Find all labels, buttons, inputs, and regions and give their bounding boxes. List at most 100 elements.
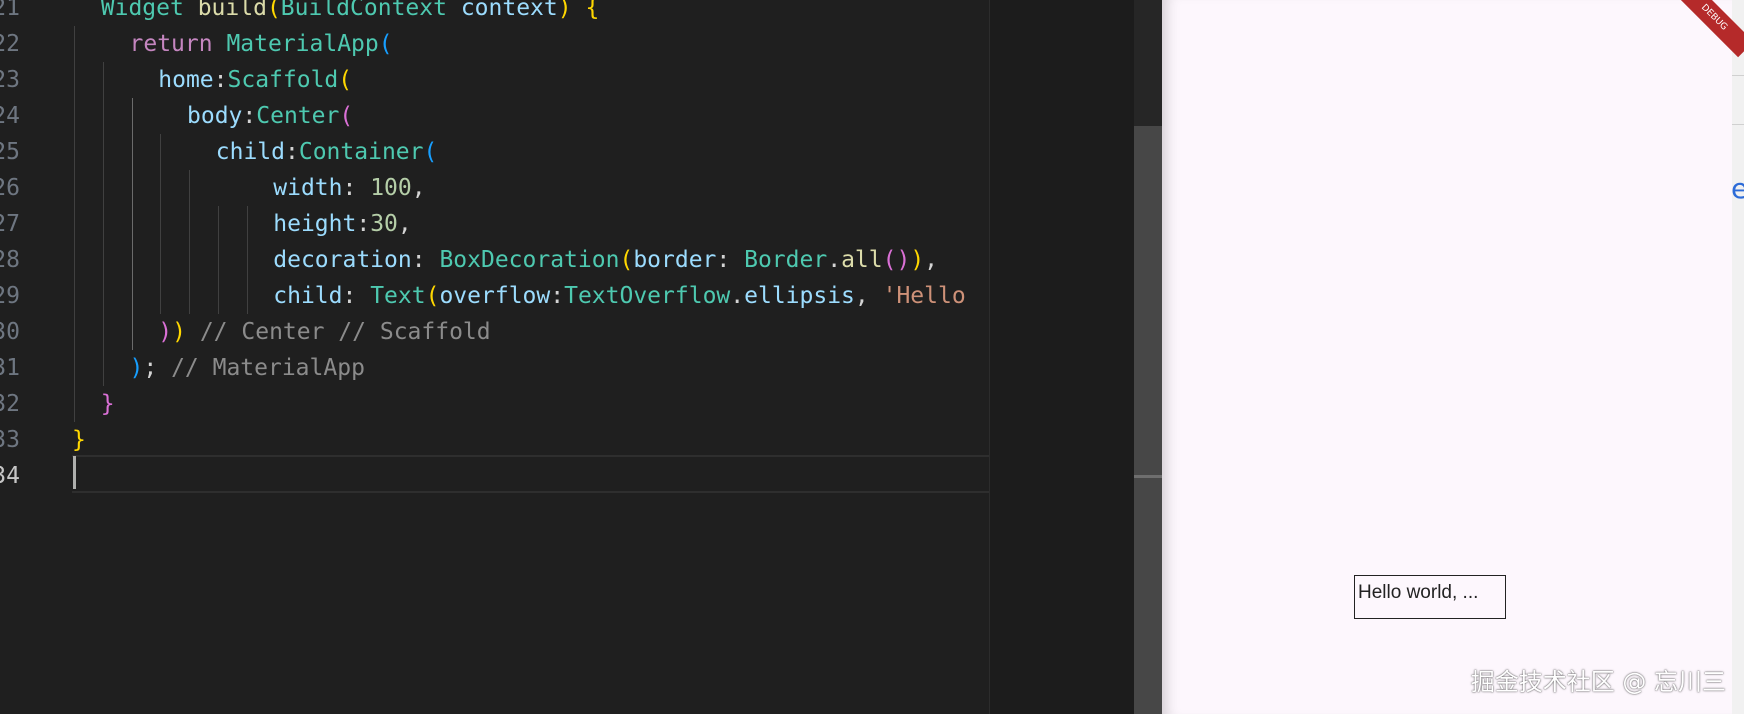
- text-cursor: [73, 456, 76, 489]
- code-token: (: [378, 31, 393, 57]
- watermark: 掘金技术社区 @ 忘川三: [1470, 668, 1726, 696]
- code-token: .: [827, 247, 842, 273]
- code-token: (): [882, 247, 911, 273]
- code-token: 'Hello: [882, 283, 966, 309]
- code-token: ): [158, 319, 173, 345]
- indent-guide: [189, 170, 190, 314]
- code-token: border: [633, 247, 717, 273]
- code-token: 30: [370, 211, 398, 237]
- code-token: Center: [256, 103, 340, 129]
- code-line[interactable]: 34: [0, 458, 990, 494]
- code-token: child: [273, 283, 343, 309]
- code-token: BuildContext: [280, 0, 461, 21]
- scrollbar-thumb[interactable]: [1134, 126, 1162, 714]
- code-token: Scaffold: [227, 67, 339, 93]
- code-token: ,: [397, 211, 412, 237]
- code-token: body: [187, 103, 243, 129]
- indent-guide: [74, 26, 75, 422]
- code-token: :: [342, 283, 371, 309]
- code-line[interactable]: 32}: [0, 386, 990, 422]
- code-line[interactable]: 30)) // Center // Scaffold: [0, 314, 990, 350]
- code-token: {: [585, 0, 600, 21]
- code-token: ): [172, 319, 186, 345]
- indent-guide: [102, 62, 104, 386]
- indent-guide: [217, 206, 219, 314]
- indent-guide: [246, 206, 248, 314]
- code-token: :: [242, 103, 257, 129]
- code-token: :: [716, 247, 745, 273]
- code-token: ,: [411, 175, 426, 201]
- code-token: BoxDecoration: [439, 247, 620, 273]
- code-token: (: [425, 283, 440, 309]
- code-token: (: [338, 67, 353, 93]
- code-token: TextOverflow: [564, 283, 731, 309]
- line-number: 32: [0, 391, 20, 417]
- code-token: :: [213, 67, 228, 93]
- code-text: Widget build(BuildContext context) {: [101, 0, 600, 26]
- code-line[interactable]: 22 return MaterialApp(: [0, 26, 990, 62]
- scrollbar-cursor-marker: [1134, 475, 1162, 478]
- edge-divider: [1732, 75, 1744, 76]
- code-line[interactable]: 28 decoration: BoxDecoration(border: Bord…: [0, 242, 990, 278]
- code-text: }: [72, 422, 86, 458]
- code-token: }: [72, 427, 86, 453]
- code-token: (: [423, 139, 438, 165]
- code-token: MaterialApp: [226, 31, 379, 57]
- line-number: 31: [0, 355, 20, 381]
- side-panel: [990, 0, 1135, 714]
- code-line[interactable]: 24 body:Center(: [0, 98, 990, 134]
- code-text: child:Container(: [216, 134, 438, 170]
- indent-guide: [160, 134, 162, 314]
- code-token: :: [342, 175, 371, 201]
- code-token: home: [158, 67, 214, 93]
- line-number: 33: [0, 427, 20, 453]
- code-text: )) // Center // Scaffold: [158, 314, 490, 350]
- line-number: 23: [0, 67, 20, 93]
- code-token: :: [411, 247, 440, 273]
- code-token: }: [100, 391, 115, 417]
- code-line[interactable]: 23 home:Scaffold(: [0, 62, 990, 98]
- right-edge-panel: [1732, 0, 1744, 714]
- code-token: ): [910, 247, 925, 273]
- code-token: :: [285, 139, 299, 165]
- code-line[interactable]: 27 height:30,: [0, 206, 990, 242]
- code-token: ellipsis: [744, 283, 855, 309]
- code-line[interactable]: 21 Widget build(BuildContext context) {: [0, 0, 990, 26]
- code-token: ;: [143, 355, 172, 381]
- code-token: 100: [370, 175, 412, 201]
- line-number: 28: [0, 247, 20, 273]
- code-token: (: [339, 103, 354, 129]
- code-token: // MaterialApp: [171, 355, 365, 381]
- code-token: child: [215, 139, 285, 165]
- code-token: (: [619, 247, 634, 273]
- line-number: 22: [0, 31, 20, 57]
- code-text: decoration: BoxDecoration(border: Border…: [273, 242, 938, 278]
- code-text: height:30,: [273, 206, 412, 242]
- code-token: :: [356, 211, 371, 237]
- code-line[interactable]: 31); // MaterialApp: [0, 350, 990, 386]
- code-token: ): [129, 355, 144, 381]
- code-text: ); // MaterialApp: [130, 350, 365, 386]
- code-token: .: [730, 283, 745, 309]
- code-line[interactable]: 33}: [0, 422, 990, 458]
- line-number: 27: [0, 211, 20, 237]
- code-token: Border: [744, 247, 828, 273]
- code-text: home:Scaffold(: [158, 62, 352, 98]
- code-editor[interactable]: 21Widget build(BuildContext context) {22…: [0, 0, 990, 714]
- code-token: :: [550, 283, 565, 309]
- code-text: width: 100,: [273, 170, 425, 206]
- line-number: 26: [0, 175, 20, 201]
- code-text: }: [101, 386, 115, 422]
- hello-text: Hello world, ...: [1358, 582, 1479, 603]
- code-token: all: [841, 247, 883, 273]
- code-line[interactable]: 29child: Text(overflow:TextOverflow.elli…: [0, 278, 990, 314]
- edge-divider: [1732, 124, 1744, 125]
- code-text: return MaterialApp(: [130, 26, 393, 62]
- hello-text-container: Hello world, ...: [1354, 575, 1506, 619]
- code-text: child: Text(overflow:TextOverflow.ellips…: [273, 278, 965, 314]
- code-line[interactable]: 26 width: 100,: [0, 170, 990, 206]
- indent-guide: [131, 98, 133, 350]
- code-line[interactable]: 25 child:Container(: [0, 134, 990, 170]
